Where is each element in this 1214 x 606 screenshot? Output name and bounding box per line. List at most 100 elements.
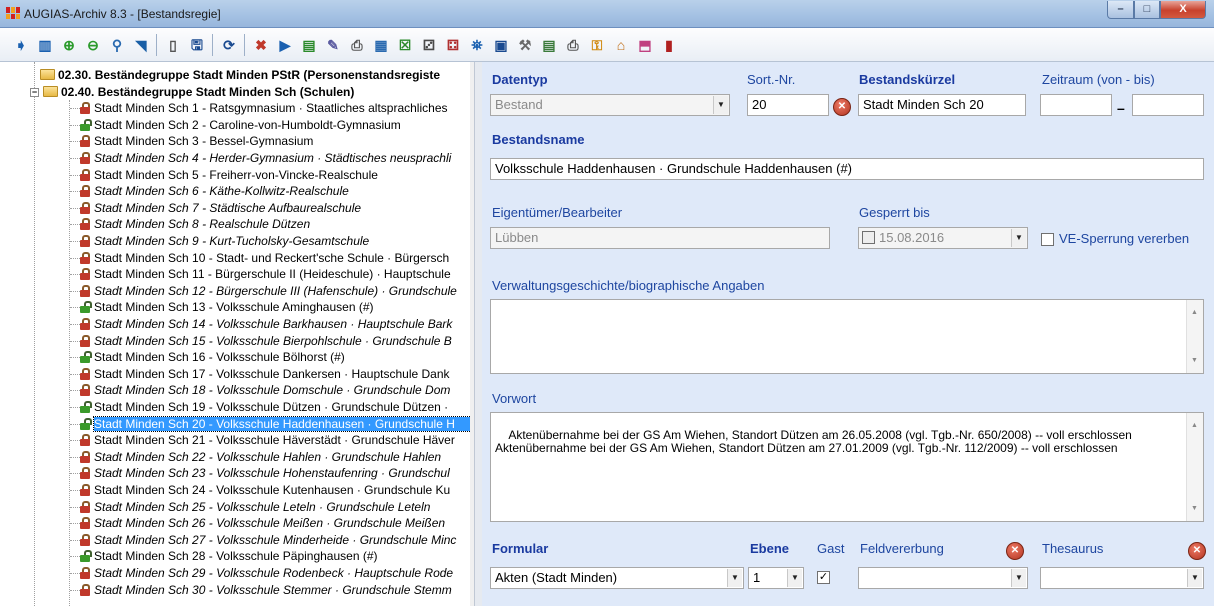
zeitraum-to-input[interactable]: [1132, 94, 1204, 116]
tree-item[interactable]: Stadt Minden Sch 16 - Volksschule Bölhor…: [80, 349, 345, 365]
tree-item[interactable]: Stadt Minden Sch 5 - Freiherr-von-Vincke…: [80, 167, 378, 183]
vorwort-textarea[interactable]: Aktenübernahme bei der GS Am Wiehen, Sta…: [490, 412, 1204, 522]
datentyp-select[interactable]: Bestand ▼: [490, 94, 730, 116]
collapse-icon[interactable]: −: [30, 87, 39, 97]
chevron-down-icon[interactable]: ▼: [1187, 569, 1202, 587]
tree-item[interactable]: Stadt Minden Sch 28 - Volksschule Päping…: [80, 548, 378, 564]
brush-icon[interactable]: ✎: [322, 34, 344, 56]
tree-item[interactable]: Stadt Minden Sch 9 - Kurt-Tucholsky-Gesa…: [80, 233, 369, 249]
tree-item[interactable]: Stadt Minden Sch 4 - Herder-Gymnasium · …: [80, 150, 451, 166]
excel-icon[interactable]: ☒: [394, 34, 416, 56]
chart-icon[interactable]: ▦: [370, 34, 392, 56]
tree-item[interactable]: Stadt Minden Sch 7 - Städtische Aufbaure…: [80, 200, 361, 216]
scroll-up-icon[interactable]: ▲: [1191, 419, 1198, 432]
scroll-down-icon[interactable]: ▼: [1191, 502, 1198, 515]
thesaurus-select[interactable]: ▼: [1040, 567, 1204, 589]
tree-item[interactable]: Stadt Minden Sch 13 - Volksschule Amingh…: [80, 299, 374, 315]
list-icon[interactable]: ▤: [538, 34, 560, 56]
tree-item[interactable]: Stadt Minden Sch 8 - Realschule Dützen: [80, 216, 310, 232]
scroll-up-icon[interactable]: ▲: [1191, 306, 1198, 319]
tree-group[interactable]: 02.30. Beständegruppe Stadt Minden PStR …: [40, 67, 440, 83]
tree-item[interactable]: Stadt Minden Sch 29 - Volksschule Rodenb…: [80, 565, 453, 581]
tree-item[interactable]: Stadt Minden Sch 19 - Volksschule Dützen…: [80, 399, 448, 415]
cancel-icon[interactable]: ✖: [250, 34, 272, 56]
chevron-down-icon[interactable]: ▼: [727, 569, 742, 587]
eigentuemer-input[interactable]: Lübben: [490, 227, 830, 249]
tree-item[interactable]: Stadt Minden Sch 22 - Volksschule Hahlen…: [80, 449, 441, 465]
tree-item[interactable]: Stadt Minden Sch 17 - Volksschule Danker…: [80, 366, 450, 382]
tree-item[interactable]: Stadt Minden Sch 26 - Volksschule Meißen…: [80, 515, 445, 531]
chevron-down-icon[interactable]: ▼: [1011, 569, 1026, 587]
verwaltung-textarea[interactable]: ▲ ▼: [490, 299, 1204, 374]
tree-item[interactable]: Stadt Minden Sch 14 - Volksschule Barkha…: [80, 316, 452, 332]
tree-item[interactable]: Stadt Minden Sch 3 - Bessel-Gymnasium: [80, 133, 313, 149]
binoculars-icon[interactable]: ⛯: [466, 34, 488, 56]
gesperrt-date-picker[interactable]: 15.08.2016 ▼: [858, 227, 1028, 249]
tree-item[interactable]: Stadt Minden Sch 24 - Volksschule Kutenh…: [80, 482, 450, 498]
chevron-down-icon[interactable]: ▼: [787, 569, 802, 587]
blank-page-icon[interactable]: ▯: [162, 34, 184, 56]
clear-thesaurus-icon[interactable]: ✕: [1188, 542, 1206, 560]
verwaltung-scrollbar[interactable]: ▲ ▼: [1186, 300, 1203, 373]
formular-select[interactable]: Akten (Stadt Minden) ▼: [490, 567, 744, 589]
clear-sortnr-icon[interactable]: ✕: [833, 98, 851, 116]
scroll-down-icon[interactable]: ▼: [1191, 354, 1198, 367]
tree-guide-line: [70, 390, 80, 392]
tree-item[interactable]: Stadt Minden Sch 20 - Volksschule Hadden…: [80, 415, 473, 432]
columns-icon[interactable]: ▥: [34, 34, 56, 56]
window-icon[interactable]: ▣: [490, 34, 512, 56]
tree-item[interactable]: Stadt Minden Sch 1 - Ratsgymnasium · Sta…: [80, 100, 448, 116]
tree-item[interactable]: Stadt Minden Sch 30 - Volksschule Stemme…: [80, 582, 452, 598]
zoom-icon[interactable]: ⚲: [106, 34, 128, 56]
chevron-down-icon[interactable]: ▼: [1011, 229, 1026, 247]
tag-icon[interactable]: ◥: [130, 34, 152, 56]
tree-item[interactable]: Stadt Minden Sch 18 - Volksschule Domsch…: [80, 382, 450, 398]
home-icon[interactable]: ⌂: [610, 34, 632, 56]
arrow-icon[interactable]: ➧: [10, 34, 32, 56]
tree-item[interactable]: Stadt Minden Sch 27 - Volksschule Minder…: [80, 532, 456, 548]
tree-item[interactable]: Stadt Minden Sch 23 - Volksschule Hohens…: [80, 465, 450, 481]
magnify-doc-icon[interactable]: ▤: [298, 34, 320, 56]
ve-sperrung-checkbox[interactable]: [1041, 233, 1054, 246]
feldvererbung-select[interactable]: ▼: [858, 567, 1028, 589]
close-button[interactable]: X: [1160, 1, 1206, 19]
play-icon[interactable]: ▶: [274, 34, 296, 56]
tree-group[interactable]: − 02.40. Beständegruppe Stadt Minden Sch …: [30, 84, 354, 100]
tree-item[interactable]: Stadt Minden Sch 21 - Volksschule Hävers…: [80, 432, 455, 448]
tree-item[interactable]: Stadt Minden Sch 15 - Volksschule Bierpo…: [80, 333, 452, 349]
tree-item[interactable]: Stadt Minden Sch 10 - Stadt- und Reckert…: [80, 250, 449, 266]
bestandsname-input[interactable]: Volksschule Haddenhausen · Grundschule H…: [490, 158, 1204, 180]
tree-item[interactable]: Stadt Minden Sch 25 - Volksschule Leteln…: [80, 499, 430, 515]
sortnr-input[interactable]: 20: [747, 94, 829, 116]
zeitraum-from-input[interactable]: [1040, 94, 1112, 116]
tree-item[interactable]: Stadt Minden Sch 2 - Caroline-von-Humbol…: [80, 117, 401, 133]
print-icon[interactable]: ⎙: [346, 34, 368, 56]
tools-icon[interactable]: ⚒: [514, 34, 536, 56]
lock-icon: [80, 334, 90, 347]
tree-item[interactable]: Stadt Minden Sch 6 - Käthe-Kollwitz-Real…: [80, 183, 349, 199]
pane-splitter[interactable]: [474, 62, 482, 606]
tree-guide-line: [70, 523, 80, 525]
refresh-icon[interactable]: ⟳: [218, 34, 240, 56]
print2-icon[interactable]: ⎙: [562, 34, 584, 56]
key-icon[interactable]: ⚿: [586, 34, 608, 56]
bestandskuerzel-input[interactable]: Stadt Minden Sch 20: [858, 94, 1026, 116]
book-icon[interactable]: ▮: [658, 34, 680, 56]
vorwort-scrollbar[interactable]: ▲ ▼: [1186, 413, 1203, 521]
ebene-select[interactable]: 1 ▼: [748, 567, 804, 589]
gast-checkbox[interactable]: ✓: [817, 571, 830, 584]
archive-tree[interactable]: 02.30. Beständegruppe Stadt Minden PStR …: [0, 62, 474, 606]
minus-circle-icon[interactable]: ⊖: [82, 34, 104, 56]
minimize-button[interactable]: –: [1107, 1, 1134, 19]
chevron-down-icon[interactable]: ▼: [713, 96, 728, 114]
cabinet-icon[interactable]: ⬒: [634, 34, 656, 56]
maximize-button[interactable]: □: [1134, 1, 1160, 19]
tree-icon[interactable]: ⚂: [418, 34, 440, 56]
clear-feldvererbung-icon[interactable]: ✕: [1006, 542, 1024, 560]
tree-item[interactable]: Stadt Minden Sch 11 - Bürgerschule II (H…: [80, 266, 451, 282]
gesperrt-checkbox[interactable]: [862, 231, 875, 244]
save-icon[interactable]: 🖫: [186, 34, 208, 56]
tree-item[interactable]: Stadt Minden Sch 12 - Bürgerschule III (…: [80, 283, 457, 299]
plus-circle-icon[interactable]: ⊕: [58, 34, 80, 56]
tree2-icon[interactable]: ⚃: [442, 34, 464, 56]
